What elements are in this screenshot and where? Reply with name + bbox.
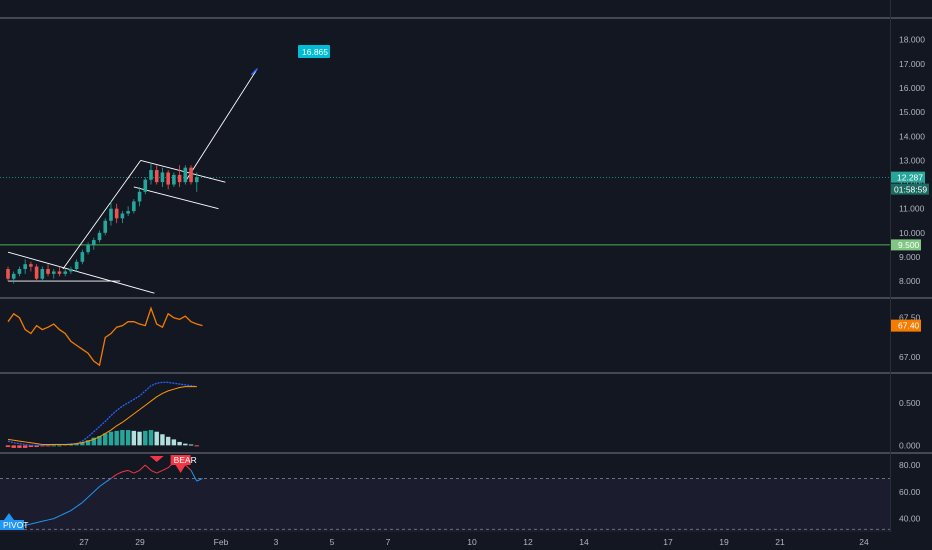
candle-body (34, 266, 39, 279)
trading-chart[interactable]: 18.00017.00016.00015.00014.00013.00012.0… (0, 0, 932, 550)
osc-tick-label: 60.00 (899, 487, 921, 497)
candle-body (120, 213, 125, 219)
x-tick-label: 12 (523, 537, 533, 547)
candle-body (46, 269, 50, 274)
x-tick-label: 29 (135, 537, 145, 547)
candle-body (154, 170, 159, 183)
macd-histogram-bar (137, 431, 142, 446)
price-tick-label: 18.000 (899, 35, 925, 45)
candle-body (166, 172, 170, 185)
price-tick-label: 9.000 (899, 252, 921, 262)
x-tick-label: 19 (719, 537, 729, 547)
candle-body (189, 167, 193, 183)
candle-body (194, 177, 199, 183)
candle-body (57, 271, 62, 274)
rsi-tick-label: 67.00 (899, 352, 921, 362)
candle-body (126, 211, 130, 214)
osc-tick-label: 80.00 (899, 460, 921, 470)
candle-body (17, 269, 22, 274)
candle-body (23, 264, 27, 270)
x-tick-label: Feb (214, 537, 229, 547)
macd-histogram-bar (103, 433, 108, 446)
x-tick-label: 10 (467, 537, 477, 547)
macd-histogram-bar (51, 445, 56, 447)
candle-body (132, 201, 136, 212)
x-tick-label: 5 (330, 537, 335, 547)
macd-histogram-bar (143, 430, 148, 446)
macd-histogram-bar (194, 445, 199, 447)
macd-histogram-bar (188, 444, 194, 446)
macd-histogram-bar (131, 430, 137, 446)
target-badge-label: 16.865 (302, 47, 328, 57)
x-tick-label: 14 (579, 537, 589, 547)
oscillator-zone (0, 478, 890, 532)
macd-histogram-bar (148, 430, 154, 446)
macd-tick-label: 0.500 (899, 398, 921, 408)
macd-histogram-bar (183, 443, 188, 446)
chart-background (0, 0, 932, 550)
candle-body (149, 170, 153, 180)
candle-body (6, 269, 10, 279)
candle-body (69, 269, 73, 272)
price-tick-label: 14.000 (899, 131, 925, 141)
price-tick-label: 11.000 (899, 204, 925, 214)
price-tick-label: 16.000 (899, 83, 925, 93)
osc-tick-label: 40.00 (899, 514, 921, 524)
countdown-label: 01:58:59 (894, 185, 927, 195)
candle-body (177, 174, 182, 183)
macd-histogram-bar (17, 445, 22, 448)
candle-body (92, 240, 96, 245)
macd-histogram-bar (108, 431, 114, 446)
macd-histogram-bar (154, 431, 159, 446)
macd-histogram-bar (57, 445, 62, 447)
price-tick-label: 13.000 (899, 155, 925, 165)
macd-histogram-bar (120, 430, 125, 446)
candle-body (86, 244, 90, 253)
candle-body (74, 261, 79, 270)
rsi-badge-label: 67.40 (898, 321, 920, 331)
macd-histogram-bar (5, 445, 11, 448)
chart-svg[interactable]: 18.00017.00016.00015.00014.00013.00012.0… (0, 0, 932, 550)
current-price-label: 12.287 (897, 173, 923, 183)
candle-body (11, 273, 16, 279)
candle-body (29, 264, 33, 267)
macd-histogram-bar (125, 430, 131, 446)
candle-body (97, 232, 102, 241)
price-tick-label: 17.000 (899, 59, 925, 69)
x-tick-label: 17 (663, 537, 673, 547)
candle-body (109, 208, 113, 221)
candle-body (80, 252, 85, 262)
candle-body (103, 220, 108, 233)
price-tick-label: 8.000 (899, 276, 921, 286)
pivot-label: PIVOT (3, 520, 29, 530)
macd-histogram-bar (165, 436, 171, 446)
x-tick-label: 27 (79, 537, 89, 547)
level-badge-label: 9.500 (898, 240, 920, 250)
price-tick-label: 10.000 (899, 228, 925, 238)
candle-body (160, 172, 165, 183)
macd-histogram-bar (114, 430, 119, 446)
x-tick-label: 21 (775, 537, 785, 547)
bear-label: BEAR (174, 455, 197, 465)
price-tick-label: 15.000 (899, 107, 925, 117)
candle-body (172, 174, 176, 185)
x-tick-label: 7 (386, 537, 391, 547)
macd-histogram-bar (11, 445, 16, 448)
candle-body (137, 191, 142, 202)
candle-body (63, 271, 67, 274)
candle-body (143, 179, 148, 192)
candle-body (114, 208, 119, 219)
x-tick-label: 24 (859, 537, 869, 547)
candle-body (40, 269, 45, 279)
candle-body (183, 167, 188, 183)
macd-histogram-bar (160, 434, 165, 446)
macd-histogram-bar (171, 439, 177, 446)
candle-body (51, 271, 56, 274)
macd-tick-label: 0.000 (899, 440, 921, 450)
macd-histogram-bar (177, 441, 182, 446)
macd-histogram-bar (22, 445, 28, 448)
x-tick-label: 3 (274, 537, 279, 547)
